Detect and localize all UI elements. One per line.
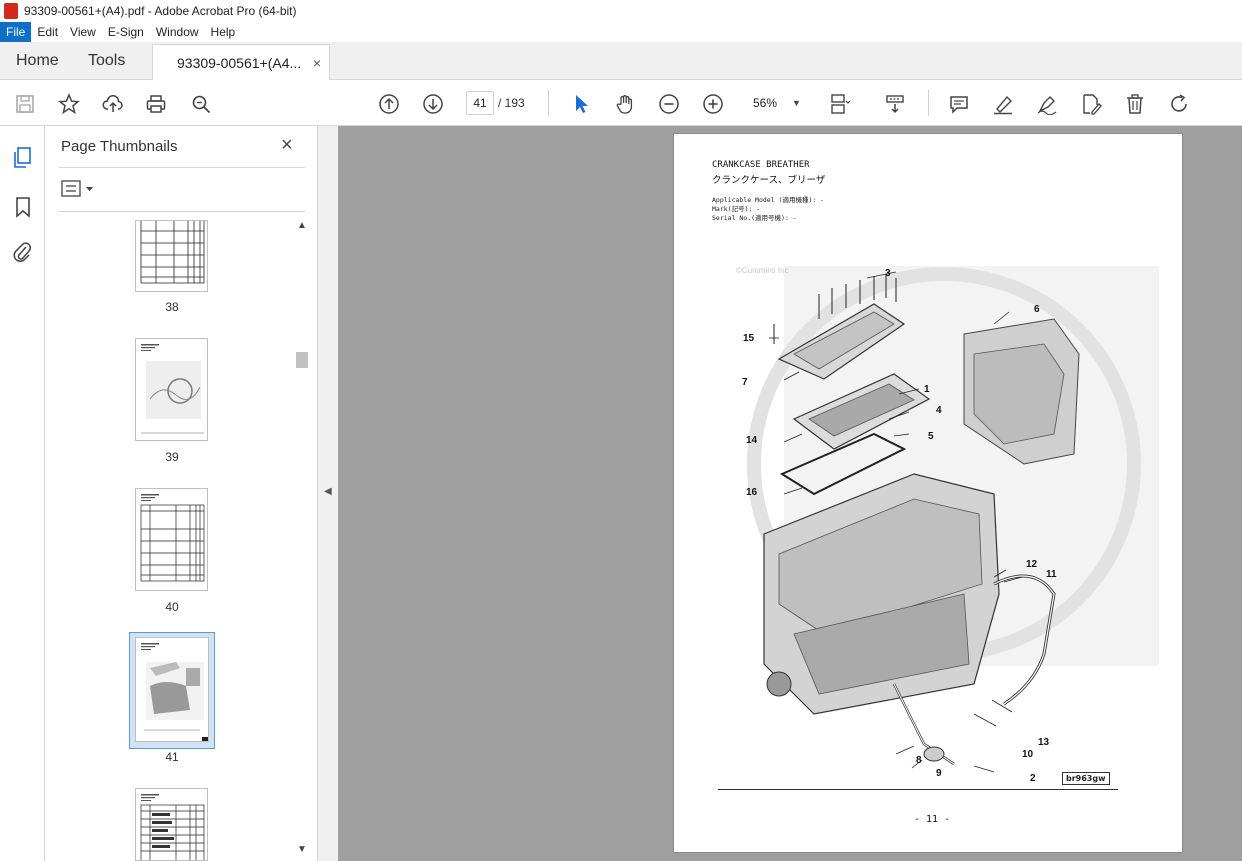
delete-trash-icon[interactable] xyxy=(1122,91,1148,117)
attachment-paperclip-icon[interactable] xyxy=(12,240,32,264)
tab-close-icon[interactable]: × xyxy=(313,45,321,81)
draw-signature-icon[interactable] xyxy=(1034,91,1060,117)
zoom-level-select[interactable]: 56% ▼ xyxy=(744,91,806,115)
menu-bar: File Edit View E-Sign Window Help xyxy=(0,22,1242,42)
thumbnail-page-41[interactable] xyxy=(135,637,209,742)
select-pointer-icon[interactable] xyxy=(568,91,594,117)
callout-number: 7 xyxy=(742,377,748,388)
tab-home[interactable]: Home xyxy=(16,42,59,80)
thumbnail-page-42[interactable] xyxy=(135,788,208,861)
tab-bar: Home Tools 93309-00561+(A4... × xyxy=(0,42,1242,80)
menu-file[interactable]: File xyxy=(0,22,32,42)
left-rail xyxy=(0,126,45,861)
window-title: 93309-00561+(A4).pdf - Adobe Acrobat Pro… xyxy=(24,4,297,18)
callout-number: 13 xyxy=(1038,737,1050,748)
pdf-page: CRANKCASE BREATHER クランクケース、ブリーザ Applicab… xyxy=(673,133,1183,853)
bookmark-icon[interactable] xyxy=(14,196,32,218)
next-page-icon[interactable] xyxy=(420,91,446,117)
callout-number: 10 xyxy=(1022,749,1034,760)
callout-number: 9 xyxy=(936,768,942,779)
page-display-icon[interactable] xyxy=(826,91,852,117)
thumbnail-options-button[interactable] xyxy=(61,180,101,198)
serial-text: Serial No.(適用号機): - xyxy=(712,214,797,222)
panel-divider xyxy=(59,167,305,168)
previous-page-icon[interactable] xyxy=(376,91,402,117)
upload-cloud-icon[interactable] xyxy=(100,91,126,117)
thumbnails-panel: Page Thumbnails × 38 39 40 41 ▲ ▼ xyxy=(45,126,318,861)
panel-collapse-handle[interactable]: ◀ xyxy=(318,126,338,861)
zoom-level-value: 56% xyxy=(753,96,778,110)
toolbar-divider xyxy=(928,90,929,116)
title-bar: 93309-00561+(A4).pdf - Adobe Acrobat Pro… xyxy=(0,0,1242,22)
print-icon[interactable] xyxy=(143,91,169,117)
thumbnail-scrollbar[interactable]: ▲ ▼ xyxy=(295,220,309,856)
page-number-input[interactable]: 41 xyxy=(466,91,494,115)
chevron-down-icon: ▼ xyxy=(792,98,801,108)
callout-number: 5 xyxy=(928,431,934,442)
callout-number: 6 xyxy=(1034,304,1040,315)
comment-icon[interactable] xyxy=(946,91,972,117)
thumbnail-page-39[interactable] xyxy=(135,338,208,441)
menu-esign[interactable]: E-Sign xyxy=(102,22,150,42)
zoom-out-icon[interactable] xyxy=(656,91,682,117)
callout-number: 11 xyxy=(1046,569,1057,580)
thumbnail-label: 38 xyxy=(165,300,179,314)
scroll-mode-icon[interactable] xyxy=(882,91,908,117)
callout-number: 8 xyxy=(916,755,922,766)
star-bookmark-icon[interactable] xyxy=(56,91,82,117)
toolbar-divider xyxy=(548,90,549,116)
page-heading-jp: クランクケース、ブリーザ xyxy=(712,175,826,186)
menu-window[interactable]: Window xyxy=(150,22,205,42)
page-footer-number: - 11 - xyxy=(914,814,951,825)
tab-tools[interactable]: Tools xyxy=(88,42,125,80)
rotate-redo-icon[interactable] xyxy=(1166,91,1192,117)
callout-number: 2 xyxy=(1030,773,1036,784)
highlight-pen-icon[interactable] xyxy=(990,91,1016,117)
callout-number: 1 xyxy=(924,384,930,395)
tab-document[interactable]: 93309-00561+(A4... × xyxy=(152,44,330,80)
collapse-arrow-icon[interactable]: ◀ xyxy=(324,486,332,497)
thumbnail-page-40[interactable] xyxy=(135,488,208,591)
page-heading: CRANKCASE BREATHER xyxy=(712,160,810,170)
scrollbar-thumb[interactable] xyxy=(296,352,308,368)
callout-number: 15 xyxy=(743,333,755,344)
panel-title: Page Thumbnails xyxy=(61,138,178,155)
panel-divider xyxy=(59,211,305,212)
exploded-parts-diagram xyxy=(747,266,1159,773)
zoom-search-icon[interactable] xyxy=(188,91,214,117)
hand-tool-icon[interactable] xyxy=(612,91,638,117)
scroll-down-arrow-icon[interactable]: ▼ xyxy=(297,844,307,855)
callout-number: 16 xyxy=(746,487,758,498)
page-footer-rule xyxy=(718,789,1118,790)
save-icon[interactable] xyxy=(12,91,38,117)
close-panel-icon[interactable]: × xyxy=(281,134,293,157)
callout-number: 3 xyxy=(885,268,891,279)
menu-view[interactable]: View xyxy=(64,22,102,42)
scroll-up-arrow-icon[interactable]: ▲ xyxy=(297,220,307,231)
menu-help[interactable]: Help xyxy=(205,22,242,42)
menu-edit[interactable]: Edit xyxy=(31,22,64,42)
page-thumbnails-icon[interactable] xyxy=(12,146,34,170)
toolbar: 41 / 193 56% ▼ xyxy=(0,80,1242,126)
acrobat-file-icon xyxy=(4,3,18,19)
thumbnail-label: 40 xyxy=(165,600,179,614)
thumbnail-label: 39 xyxy=(165,450,179,464)
zoom-in-icon[interactable] xyxy=(700,91,726,117)
thumbnail-page-38[interactable] xyxy=(135,220,208,292)
tab-document-label: 93309-00561+(A4... xyxy=(177,55,302,71)
copyright-watermark: ©Cummins Inc xyxy=(736,266,789,275)
thumbnail-label: 41 xyxy=(165,750,179,764)
figure-code-label: br963gw xyxy=(1062,772,1110,785)
callout-number: 12 xyxy=(1026,559,1038,570)
page-total-label: / 193 xyxy=(498,96,525,110)
edit-pdf-icon[interactable] xyxy=(1078,91,1104,117)
callout-number: 4 xyxy=(936,405,942,416)
document-viewport[interactable]: CRANKCASE BREATHER クランクケース、ブリーザ Applicab… xyxy=(338,126,1242,861)
callout-number: 14 xyxy=(746,435,758,446)
